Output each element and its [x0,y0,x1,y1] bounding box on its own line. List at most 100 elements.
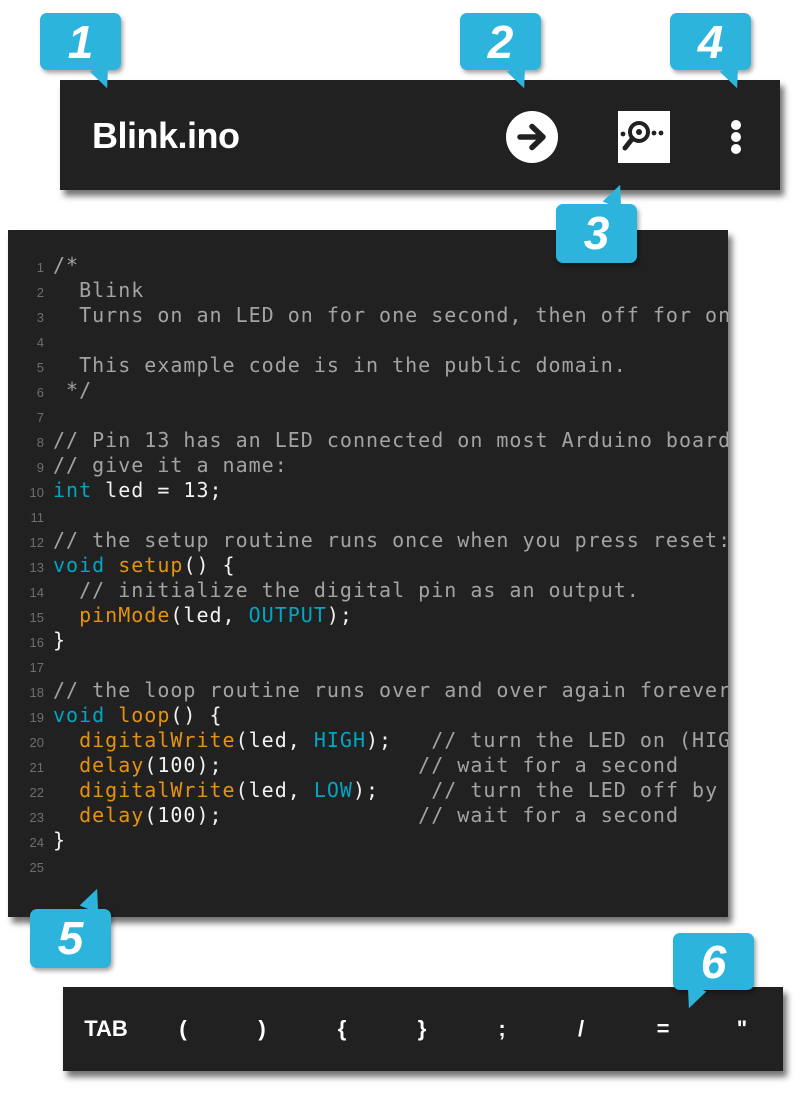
line-number: 11 [30,510,45,525]
code-line[interactable]: 22 digitalWrite(led, LOW); // turn the L… [8,778,728,803]
code-token-const: HIGH [313,728,367,752]
code-line[interactable]: 5 This example code is in the public dom… [8,353,728,378]
code-line[interactable]: 24} [8,828,728,853]
code-line[interactable]: 19 void loop() { [8,703,728,728]
code-token-func: loop [118,703,171,727]
code-token-func: delay [79,803,145,827]
symbol-key[interactable]: { [312,987,372,1071]
code-token-comment: // turn the LED off by [379,778,719,802]
callout-2: 2 [460,13,541,92]
code-token-type: void [53,553,106,577]
code-token-func: delay [79,753,145,777]
code-line[interactable]: 23 delay(100); // wait for a second [8,803,728,828]
line-number: 9 [36,460,44,475]
upload-button[interactable] [506,111,558,163]
code-token-comment: /* [53,253,80,277]
line-number: 24 [29,835,44,850]
code-token-comment: */ [53,378,93,402]
serial-monitor-button[interactable] [618,111,670,163]
code-line[interactable]: 25 [8,853,728,878]
code-token-plain: } [53,628,67,652]
code-text: digitalWrite(led, LOW); // turn the LED … [53,778,718,803]
symbol-key[interactable]: ; [472,987,532,1071]
code-line[interactable]: 15 pinMode(led, OUTPUT); [8,603,728,628]
code-token-comment: Blink [53,278,145,302]
code-line[interactable]: 21 delay(100); // wait for a second [8,753,728,778]
symbol-key[interactable]: ) [232,987,292,1071]
code-line[interactable]: 7 [8,403,728,428]
code-text: void setup() { [53,553,236,578]
code-line[interactable]: 10 int led = 13; [8,478,728,503]
code-token-plain: ); [326,603,353,627]
code-token-plain: (led, [170,603,249,627]
code-token-comment: This example code is in the public domai… [53,353,627,377]
line-number: 16 [29,635,44,650]
line-number: 25 [29,860,44,875]
code-line[interactable]: 11 [8,503,728,528]
code-line[interactable]: 12 // the setup routine runs once when yo… [8,528,728,553]
tab-key[interactable]: TAB [76,987,136,1071]
code-token-plain: () { [183,553,236,577]
code-text: delay(100); // wait for a second [53,753,679,778]
code-text: digitalWrite(led, HIGH); // turn the LED… [53,728,728,753]
code-line[interactable]: 16} [8,628,728,653]
code-text: void loop() { [53,703,223,728]
code-line[interactable]: 17 [8,653,728,678]
symbol-key[interactable]: ( [153,987,213,1071]
code-token-func: digitalWrite [79,728,236,752]
code-line[interactable]: 9 // give it a name: [8,453,728,478]
code-line[interactable]: 13 void setup() { [8,553,728,578]
callout-4-number: 4 [697,16,724,68]
code-token-plain: (100); [144,753,223,777]
symbol-bar: TAB(){}; / = " [63,987,783,1071]
line-number: 19 [29,710,44,725]
code-text: delay(100); // wait for a second [53,803,679,828]
code-line[interactable]: 4 [8,328,728,353]
code-editor[interactable]: 1/* 2 Blink 3 Turns on an LED on for one s… [8,230,728,917]
line-number: 3 [36,310,44,325]
code-token-type: void [53,703,106,727]
line-number: 12 [29,535,44,550]
code-token-comment: // the setup routine runs once when you … [53,528,728,552]
code-text: } [53,628,66,653]
line-number: 22 [29,785,44,800]
code-line[interactable]: 20 digitalWrite(led, HIGH); // turn the … [8,728,728,753]
code-line[interactable]: 6 */ [8,378,728,403]
code-text: // Pin 13 has an LED connected on most A… [53,428,728,453]
symbol-key[interactable]: } [392,987,452,1071]
line-number: 10 [29,485,44,500]
code-line[interactable]: 2 Blink [8,278,728,303]
arrow-right-circle-icon [517,123,546,151]
code-line[interactable]: 8 // Pin 13 has an LED connected on most … [8,428,728,453]
symbol-key[interactable]: / [551,987,611,1071]
callout-1: 1 [40,13,121,92]
code-token-type: int [53,478,93,502]
line-number: 18 [29,685,44,700]
symbol-key[interactable]: " [712,987,772,1071]
line-number: 2 [36,285,44,300]
code-token-plain: led = 13; [92,478,223,502]
more-vert-icon[interactable] [722,112,750,162]
code-token-plain: ); [366,728,393,752]
code-text: int led = 13; [53,478,223,503]
code-text: // give it a name: [53,453,288,478]
code-token-const: LOW [313,778,353,802]
code-line[interactable]: 18 // the loop routine runs over and over… [8,678,728,703]
line-number: 15 [29,610,44,625]
code-token-func: setup [118,553,184,577]
code-token-comment: // turn the LED on (HIG [392,728,728,752]
code-text: // the setup routine runs once when you … [53,528,728,553]
code-line[interactable]: 3 Turns on an LED on for one second, the… [8,303,728,328]
code-text: */ [53,378,92,403]
code-token-comment: // wait for a second [222,753,679,777]
code-token-plain: (led, [235,728,314,752]
callout-6: 6 [673,933,754,1012]
code-line[interactable]: 14 // initialize the digital pin as an o… [8,578,728,603]
line-number: 17 [29,660,44,675]
code-token-func: digitalWrite [79,778,236,802]
code-text: This example code is in the public domai… [53,353,627,378]
